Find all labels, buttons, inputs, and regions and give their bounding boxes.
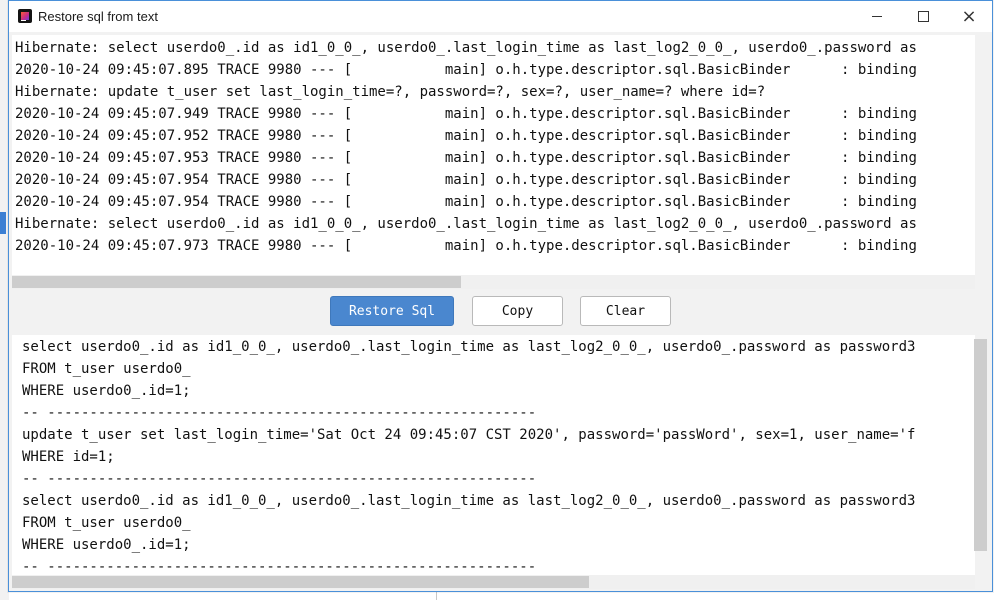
sql-line: FROM t_user userdo0_ [22,361,191,377]
clear-button[interactable]: Clear [580,296,671,326]
sql-lines: select userdo0_.id as id1_0_0_, userdo0_… [22,336,915,575]
sql-line: WHERE userdo0_.id=1; [22,537,191,553]
log-line: 2020-10-24 09:45:07.895 TRACE 9980 --- [… [15,62,917,78]
log-line: Hibernate: update t_user set last_login_… [15,84,766,100]
minimize-button[interactable] [854,1,900,32]
sql-scroll-thumb[interactable] [12,576,589,588]
maximize-icon [917,11,929,22]
log-line: Hibernate: select userdo0_.id as id1_0_0… [15,216,917,232]
copy-button[interactable]: Copy [472,296,563,326]
sql-line: select userdo0_.id as id1_0_0_, userdo0_… [22,493,916,509]
sql-line: -- -------------------------------------… [22,405,537,421]
log-line: 2020-10-24 09:45:07.952 TRACE 9980 --- [… [15,128,917,144]
window-title: Restore sql from text [38,9,158,24]
sql-vertical-scroll-thumb[interactable] [974,339,987,551]
log-line: 2020-10-24 09:45:07.954 TRACE 9980 --- [… [15,172,917,188]
sql-output-textarea[interactable]: select userdo0_.id as id1_0_0_, userdo0_… [12,335,975,575]
sql-line: WHERE id=1; [22,449,115,465]
log-horizontal-scrollbar[interactable] [12,275,975,289]
restore-sql-dialog: Restore sql from text × Hibernate: selec… [8,0,993,592]
sql-horizontal-scrollbar[interactable] [12,575,975,589]
sql-line: update t_user set last_login_time='Sat O… [22,427,916,443]
log-line: 2020-10-24 09:45:07.953 TRACE 9980 --- [… [15,150,917,166]
sql-line: -- -------------------------------------… [22,559,537,575]
sql-line: FROM t_user userdo0_ [22,515,191,531]
intellij-app-icon [18,9,32,23]
log-line: 2020-10-24 09:45:07.954 TRACE 9980 --- [… [15,194,917,210]
title-bar[interactable]: Restore sql from text × [9,1,992,32]
log-scroll-thumb[interactable] [12,276,461,288]
restore-sql-button[interactable]: Restore Sql [330,296,454,326]
log-line: 2020-10-24 09:45:07.973 TRACE 9980 --- [… [15,238,917,254]
sql-line: WHERE userdo0_.id=1; [22,383,191,399]
minimize-icon [872,16,882,17]
log-line: 2020-10-24 09:45:07.949 TRACE 9980 --- [… [15,106,917,122]
log-input-textarea[interactable]: Hibernate: select userdo0_.id as id1_0_0… [12,35,975,275]
log-line: Hibernate: select userdo0_.id as id1_0_0… [15,40,917,56]
log-lines: Hibernate: select userdo0_.id as id1_0_0… [15,37,917,257]
sql-line: select userdo0_.id as id1_0_0_, userdo0_… [22,339,916,355]
sql-line: -- -------------------------------------… [22,471,537,487]
close-button[interactable]: × [946,1,992,32]
background-selection-marker [0,212,6,234]
close-icon: × [961,5,977,27]
maximize-button[interactable] [900,1,946,32]
